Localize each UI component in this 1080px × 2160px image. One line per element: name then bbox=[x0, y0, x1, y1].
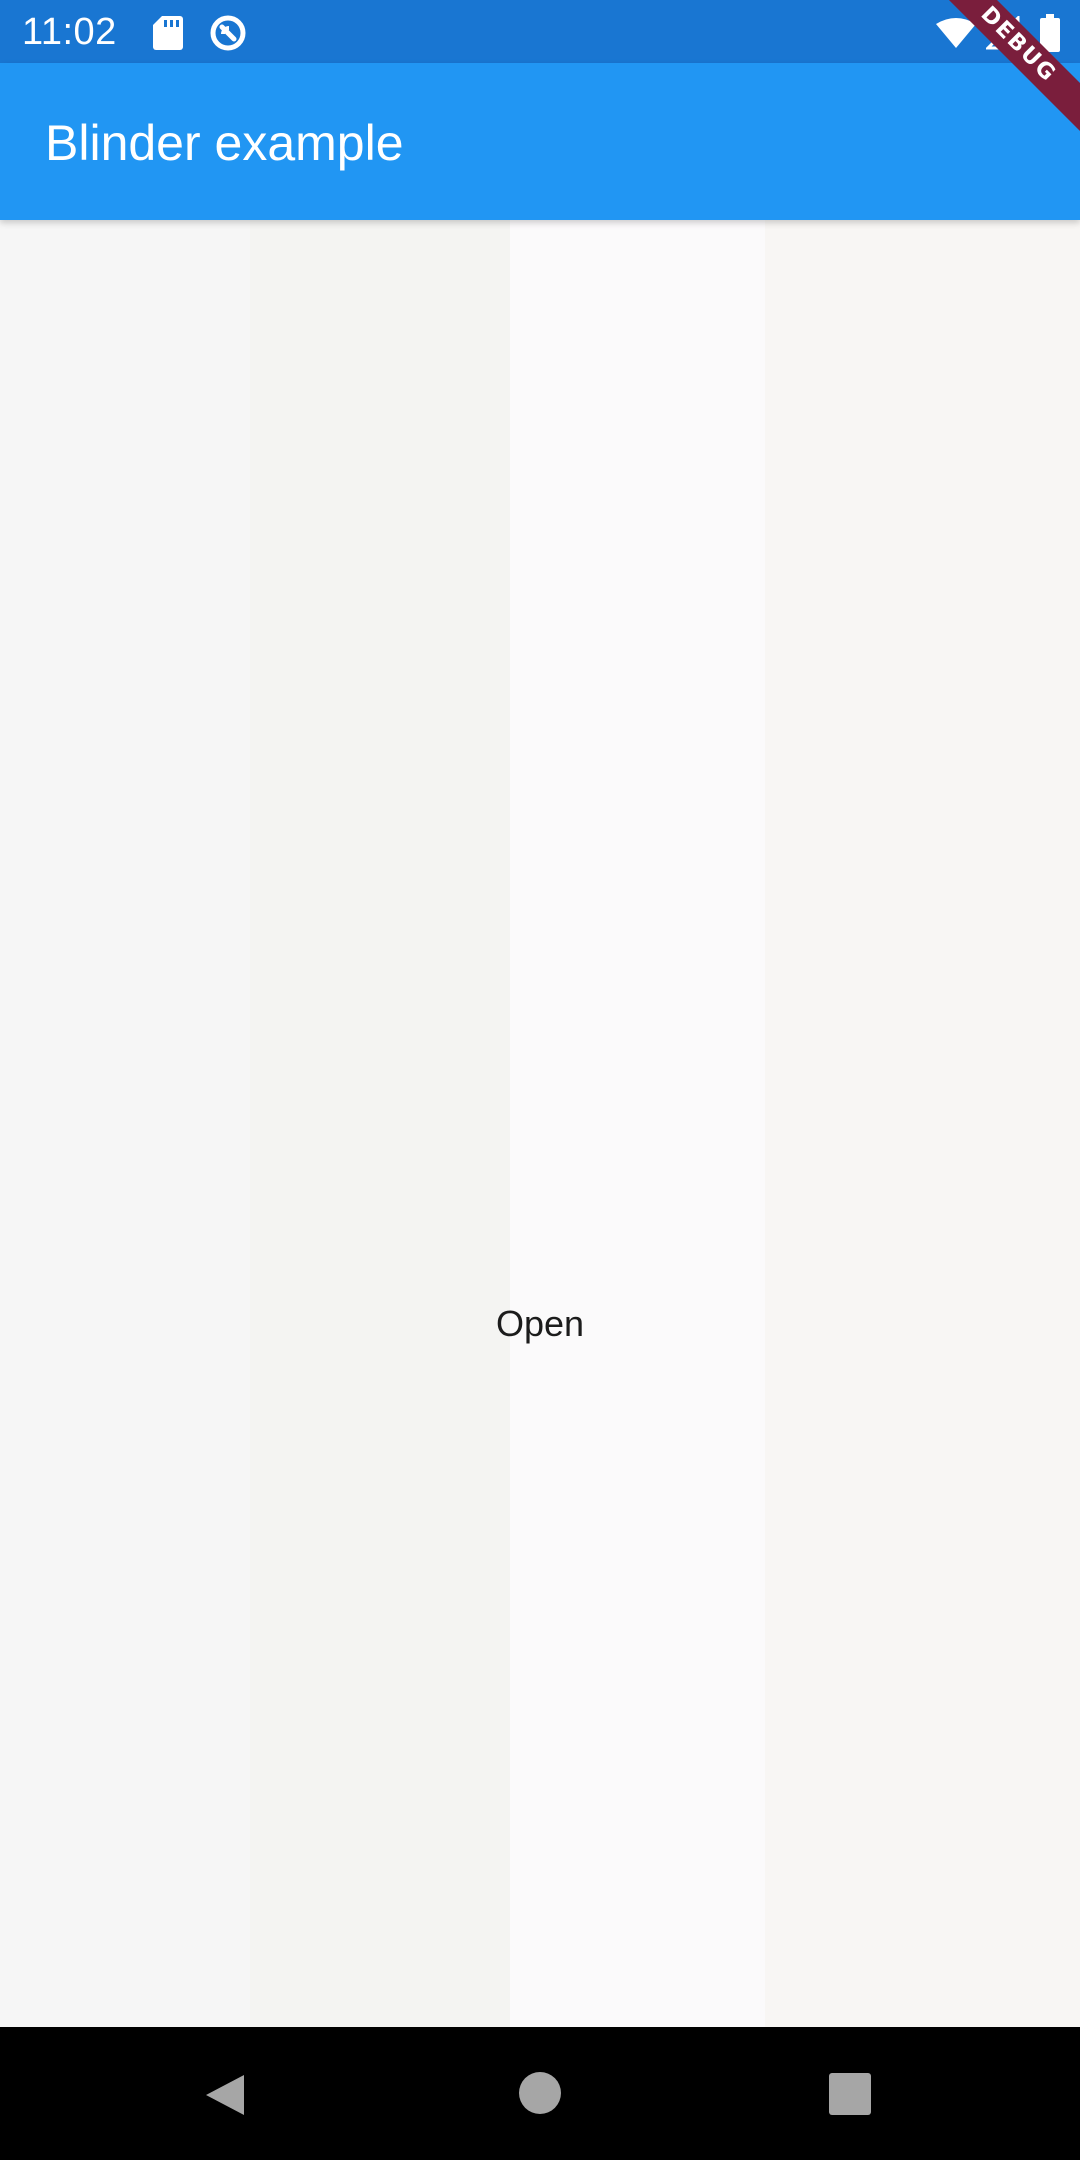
battery-icon bbox=[1040, 14, 1060, 52]
status-bar: 11:02 bbox=[0, 0, 1080, 63]
blind-strip bbox=[765, 220, 1080, 2027]
wifi-icon bbox=[936, 18, 976, 48]
blind-strip bbox=[510, 220, 765, 2027]
status-time: 11:02 bbox=[22, 11, 117, 53]
app-title: Blinder example bbox=[45, 115, 404, 171]
navigation-bar bbox=[0, 2027, 1080, 2160]
sync-icon bbox=[210, 15, 246, 51]
back-icon[interactable] bbox=[202, 2073, 246, 2117]
blind-strip bbox=[250, 220, 510, 2027]
open-button[interactable]: Open bbox=[470, 1288, 610, 1360]
app-bar: Blinder example bbox=[0, 63, 1080, 220]
recents-icon[interactable] bbox=[829, 2073, 871, 2115]
screen: 11:02 DEBUG Blinder example Open bbox=[0, 0, 1080, 2160]
signal-icon bbox=[986, 16, 1020, 50]
sd-card-icon bbox=[153, 16, 183, 50]
main-content: Open bbox=[0, 220, 1080, 2027]
blind-strip bbox=[0, 220, 250, 2027]
home-icon[interactable] bbox=[519, 2072, 561, 2114]
